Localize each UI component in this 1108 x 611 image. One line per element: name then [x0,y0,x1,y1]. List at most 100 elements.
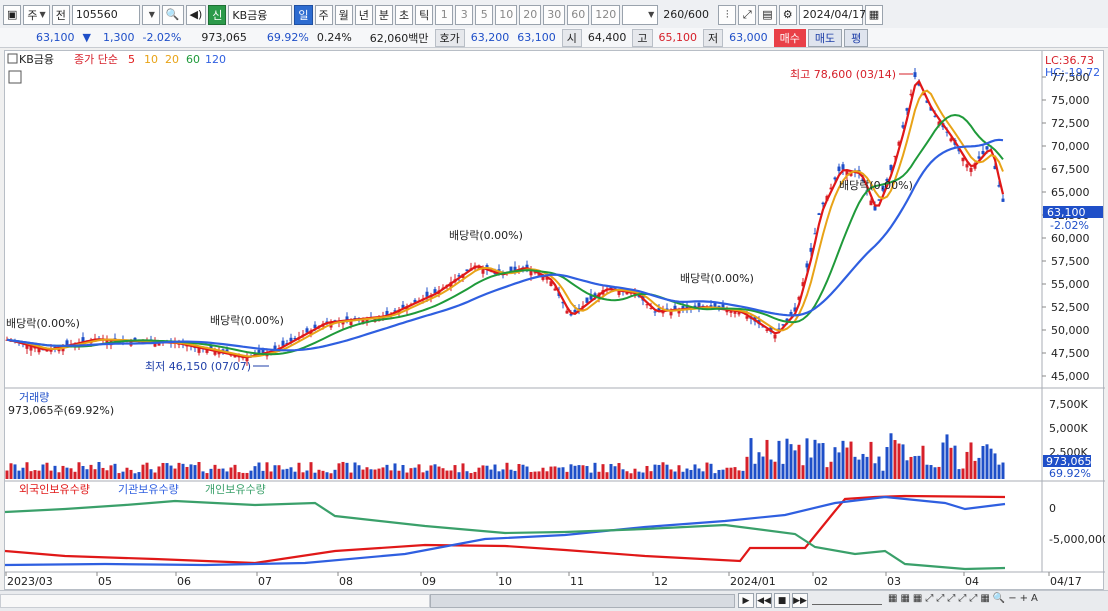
search-icon[interactable]: 🔍 [993,593,1005,604]
interval-tick-button[interactable]: 틱 [415,4,434,25]
volume-bar [237,472,241,479]
rewind-button[interactable]: ◀◀ [756,593,772,608]
prev-button[interactable]: 전 [51,4,70,25]
market-badge: 신 [208,4,227,25]
interval-minute-button[interactable]: 분 [374,4,394,25]
grid-icon[interactable]: ▦ [900,593,909,604]
crosshair-icon[interactable]: ⤢ [936,593,944,604]
volume-bar [413,467,417,479]
turnover: 0.24% [316,31,352,44]
volume-bar [241,472,245,479]
save-icon[interactable]: ▤ [758,4,777,25]
price-axis-tick: 70,000 [1051,140,1090,153]
interval-second-button[interactable]: 초 [395,4,414,25]
volume-bar [909,456,913,479]
speaker-icon[interactable]: ◀) [185,4,207,25]
period-unit-select[interactable]: 주 ▼ [23,4,50,25]
interval-day-button[interactable]: 일 [294,4,313,25]
minute-10-button[interactable]: 10 [495,4,518,25]
minute-60-button[interactable]: 60 [567,4,590,25]
volume-bar [545,471,549,479]
scroll-track[interactable] [0,594,430,608]
volume-bar [525,466,529,479]
crosshair-icon[interactable]: ⤢ [947,593,955,604]
date-value: 2024/04/17 [802,8,867,21]
chart-area[interactable]: 77,50075,00072,50070,00067,50065,00062,5… [4,50,1108,590]
volume-bar [837,452,841,479]
grid-icon[interactable]: ▦ [980,593,989,604]
scroll-thumb[interactable] [430,594,735,608]
candlestick-icon[interactable]: ⫶ [718,4,737,25]
x-axis: 2023/03 05 06 07 08 09 10 11 12 2024/01 02 03 04 04/1… [5,572,1082,588]
volume-bar [497,471,501,479]
crosshair-icon[interactable]: ⤢ [969,593,977,604]
volume-bar [889,433,893,479]
dropdown-button[interactable]: ▼ [141,4,160,25]
custom-interval-select[interactable]: ▼ [622,4,659,25]
calendar-icon[interactable]: ▦ [864,4,884,25]
interval-month-button[interactable]: 월 [334,4,353,25]
fast-forward-button[interactable]: ▶▶ [792,593,808,608]
window-icon[interactable]: ▣ [3,4,22,25]
volume-bar [85,469,89,479]
x-axis-label: 02 [814,575,828,588]
volume-bar [741,470,745,479]
stop-button[interactable]: ■ [774,593,790,608]
table-icon[interactable] [8,70,22,84]
count-field[interactable]: 260/600 [660,5,716,25]
price-axis-tick: 57,500 [1051,255,1090,268]
candle-body [817,213,821,215]
volume-bar [857,459,861,479]
interval-week-button[interactable]: 주 [314,4,333,25]
price-panel-name: KB금융 [19,53,54,66]
grid-icon[interactable]: ▦ [913,593,922,604]
volume-bar [45,462,49,479]
stock-code-input[interactable]: 105560 [71,4,140,25]
current-pct-label: -2.02% [1050,219,1089,232]
date-input[interactable]: 2024/04/17 [798,4,867,25]
volume-bar [709,463,713,479]
volume-info: 973,065주(69.92%) [8,404,114,417]
crosshair-icon[interactable]: ⤢ [738,4,757,25]
play-button[interactable]: ▶ [738,593,754,608]
candle-body [773,334,777,339]
crosshair-icon[interactable]: ⤢ [958,593,966,604]
volume-bar [309,462,313,479]
volume-bar [553,466,557,479]
volume-bar [657,464,661,479]
volume-bar [409,468,413,479]
font-size-icon[interactable]: A [1031,593,1038,604]
minute-120-button[interactable]: 120 [591,4,621,25]
volume-bar [693,464,697,479]
collapse-icon[interactable] [7,53,18,64]
candle-body [821,202,825,205]
gear-icon[interactable]: ⚙ [778,4,797,25]
price-axis-tick: 52,500 [1051,301,1090,314]
crosshair-icon[interactable]: ⤢ [925,593,933,604]
eval-button[interactable]: 평 [844,28,869,47]
volume-bar [481,465,485,479]
volume-bar [797,444,801,479]
minute-30-button[interactable]: 30 [543,4,566,25]
minute-3-button[interactable]: 3 [455,4,474,25]
plus-icon[interactable]: + [1020,593,1028,604]
count-value: 260 [663,8,685,21]
interval-year-button[interactable]: 년 [354,4,373,25]
volume-ratio: 69.92% [266,31,309,44]
volume-bar [297,462,301,479]
candles [5,67,1005,366]
search-icon[interactable]: 🔍 [161,4,184,25]
buy-button[interactable]: 매수 [773,28,806,47]
stock-name-field[interactable]: KB금융 [228,4,293,25]
minute-5-button[interactable]: 5 [475,4,494,25]
volume-bar [961,468,965,479]
volume-bar [813,439,817,479]
minute-20-button[interactable]: 20 [519,4,542,25]
minute-1-button[interactable]: 1 [435,4,454,25]
volume-bar [381,467,385,479]
zoom-slider[interactable] [812,595,882,605]
minus-icon[interactable]: − [1008,593,1016,604]
grid-icon[interactable]: ▦ [888,593,897,604]
volume-bar [905,460,909,479]
sell-button[interactable]: 매도 [807,28,843,47]
